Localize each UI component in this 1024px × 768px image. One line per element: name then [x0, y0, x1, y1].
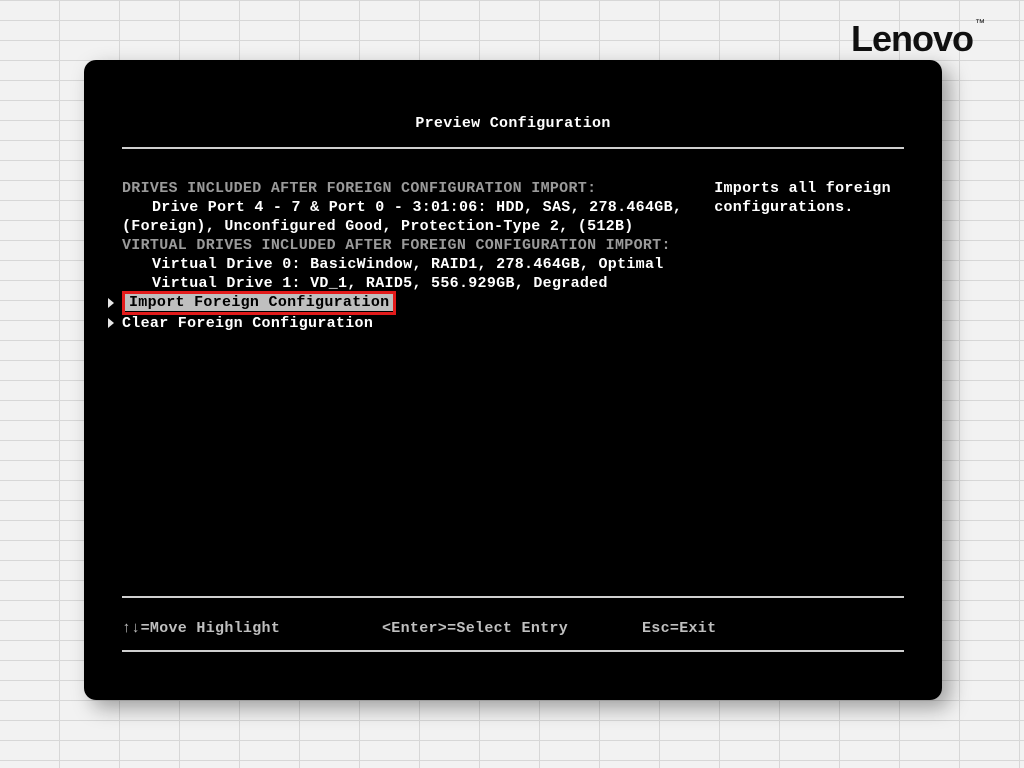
hint-enter: <Enter>=Select Entry	[382, 619, 642, 638]
trademark-icon: ™	[975, 18, 984, 29]
hint-esc: Esc=Exit	[642, 619, 904, 638]
footer-hints: ↑↓=Move Highlight <Enter>=Select Entry E…	[122, 619, 904, 638]
vd0-line: Virtual Drive 0: BasicWindow, RAID1, 278…	[122, 255, 682, 274]
page-background: Lenovo™ Preview Configuration DRIVES INC…	[0, 0, 1024, 768]
lenovo-logo: Lenovo™	[851, 18, 984, 60]
divider-footer-bottom	[122, 650, 904, 652]
triangle-right-icon	[108, 318, 114, 328]
red-highlight-box: Import Foreign Configuration	[122, 291, 396, 315]
drive-detail-line2: (Foreign), Unconfigured Good, Protection…	[122, 217, 682, 236]
triangle-right-icon	[108, 298, 114, 308]
content-area: DRIVES INCLUDED AFTER FOREIGN CONFIGURAT…	[84, 149, 942, 333]
page-title: Preview Configuration	[84, 60, 942, 147]
logo-text: Lenovo	[851, 18, 973, 59]
hint-move: ↑↓=Move Highlight	[122, 619, 382, 638]
bios-terminal: Preview Configuration DRIVES INCLUDED AF…	[84, 60, 942, 700]
vd-header: VIRTUAL DRIVES INCLUDED AFTER FOREIGN CO…	[122, 236, 682, 255]
help-pane: Imports all foreign configurations.	[714, 179, 904, 333]
menu-import-row[interactable]: Import Foreign Configuration	[122, 293, 682, 313]
menu-clear[interactable]: Clear Foreign Configuration	[122, 314, 373, 333]
left-pane: DRIVES INCLUDED AFTER FOREIGN CONFIGURAT…	[122, 179, 682, 333]
divider-footer-top	[122, 596, 904, 598]
drives-header: DRIVES INCLUDED AFTER FOREIGN CONFIGURAT…	[122, 179, 682, 198]
menu-import[interactable]: Import Foreign Configuration	[125, 294, 393, 311]
drive-detail-line1: Drive Port 4 - 7 & Port 0 - 3:01:06: HDD…	[122, 198, 682, 217]
help-text: Imports all foreign configurations.	[714, 179, 904, 217]
menu-clear-row[interactable]: Clear Foreign Configuration	[122, 313, 682, 333]
